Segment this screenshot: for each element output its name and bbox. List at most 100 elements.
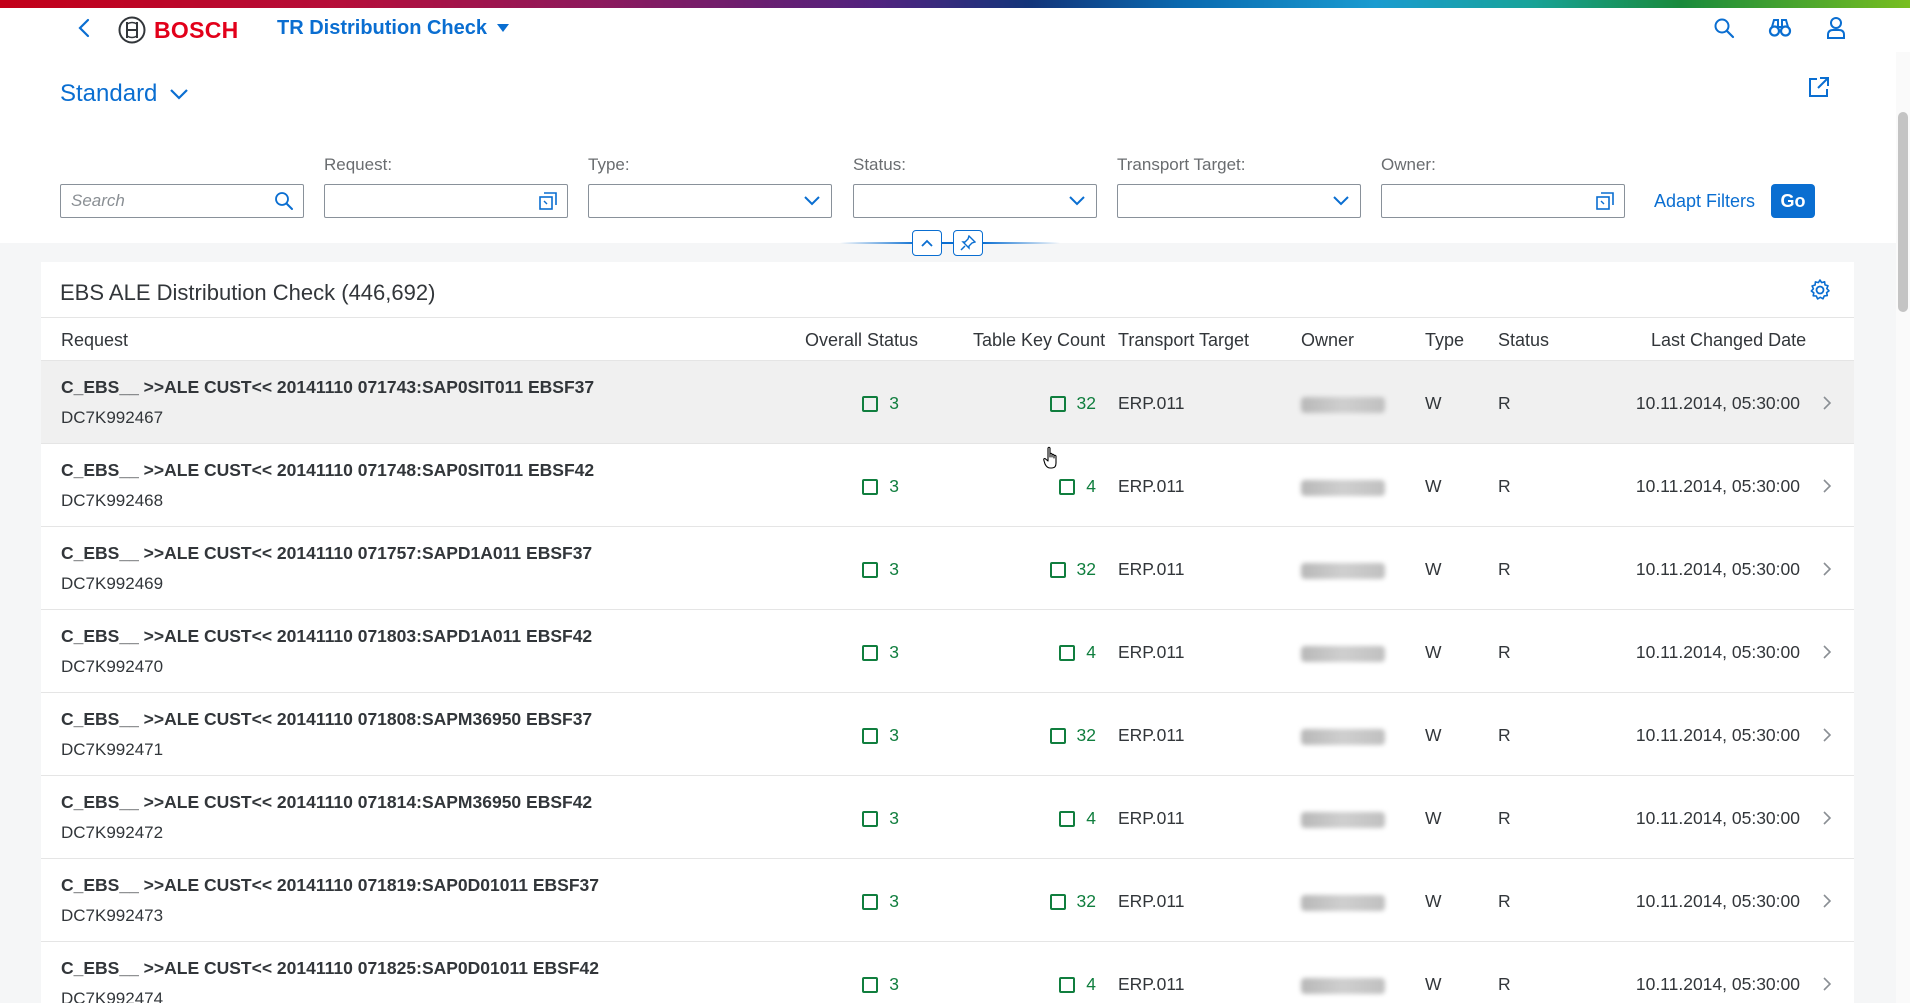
chevron-right-icon: [1823, 894, 1832, 908]
user-icon: [1827, 17, 1845, 39]
transport-target-select[interactable]: [1117, 184, 1361, 218]
overall-status-value: 3: [889, 476, 899, 496]
table-key-count-value: 32: [1076, 891, 1096, 911]
adapt-filters-button[interactable]: Adapt Filters: [1654, 184, 1755, 218]
chevron-right-icon: [1823, 811, 1832, 825]
status-square-icon: [862, 810, 879, 827]
type-cell: W: [1425, 891, 1442, 911]
collapse-header-button[interactable]: [912, 230, 942, 256]
request-input[interactable]: [324, 184, 568, 218]
column-header-owner[interactable]: Owner: [1301, 330, 1354, 351]
overall-status-cell: 3: [862, 642, 899, 663]
owner-redacted: [1301, 646, 1385, 662]
column-header-status[interactable]: Status: [1498, 330, 1549, 351]
owner-filter-label: Owner:: [1381, 155, 1436, 174]
pin-icon: [960, 235, 976, 251]
table-row[interactable]: C_EBS__ >>ALE CUST<< 20141110 071803:SAP…: [41, 610, 1854, 693]
table-key-count-value: 32: [1076, 725, 1096, 745]
bosch-logo[interactable]: BOSCH: [118, 16, 239, 44]
page-scrollbar[interactable]: [1896, 52, 1910, 1003]
request-id: DC7K992468: [61, 491, 164, 510]
request-id: DC7K992467: [61, 408, 164, 427]
back-icon: [78, 18, 90, 38]
type-cell: W: [1425, 642, 1442, 662]
owner-redacted: [1301, 480, 1385, 496]
enterprise-search-button[interactable]: [1766, 14, 1794, 42]
table-header-row: Request Overall Status Table Key Count T…: [41, 317, 1854, 361]
transport-target-filter: Transport Target:: [1117, 152, 1361, 218]
dropdown-arrow-icon[interactable]: [1066, 190, 1088, 212]
transport-target-cell: ERP.011: [1118, 725, 1185, 745]
owner-redacted: [1301, 978, 1385, 994]
variant-management[interactable]: Standard: [60, 80, 189, 108]
status-square-icon: [862, 395, 879, 412]
table-row[interactable]: C_EBS__ >>ALE CUST<< 20141110 071757:SAP…: [41, 527, 1854, 610]
variant-title: Standard: [60, 80, 158, 107]
table-key-count-cell: 32: [1049, 725, 1096, 746]
go-button[interactable]: Go: [1771, 184, 1815, 218]
status-square-icon: [862, 893, 879, 910]
table-row[interactable]: C_EBS__ >>ALE CUST<< 20141110 071825:SAP…: [41, 942, 1854, 1003]
table-row[interactable]: C_EBS__ >>ALE CUST<< 20141110 071743:SAP…: [41, 361, 1854, 444]
status-cell: R: [1498, 974, 1511, 994]
chevron-right-icon: [1823, 479, 1832, 493]
value-help-icon[interactable]: [537, 190, 559, 212]
overall-status-cell: 3: [862, 974, 899, 995]
search-field-icon[interactable]: [273, 190, 295, 212]
type-filter-label: Type:: [588, 155, 630, 174]
table-row[interactable]: C_EBS__ >>ALE CUST<< 20141110 071748:SAP…: [41, 444, 1854, 527]
table-row[interactable]: C_EBS__ >>ALE CUST<< 20141110 071814:SAP…: [41, 776, 1854, 859]
column-header-last-changed-date[interactable]: Last Changed Date: [1651, 330, 1806, 351]
last-changed-cell: 10.11.2014, 05:30:00: [1635, 559, 1800, 579]
request-name: C_EBS__ >>ALE CUST<< 20141110 071825:SAP…: [61, 958, 599, 978]
type-select[interactable]: [588, 184, 832, 218]
owner-filter: Owner:: [1381, 152, 1625, 218]
owner-redacted: [1301, 895, 1385, 911]
dropdown-arrow-icon[interactable]: [801, 190, 823, 212]
table-key-count-cell: 4: [1059, 476, 1096, 497]
column-header-request[interactable]: Request: [61, 330, 128, 351]
status-cell: R: [1498, 891, 1511, 911]
share-button[interactable]: [1806, 74, 1832, 100]
transport-target-cell: ERP.011: [1118, 974, 1185, 994]
type-cell: W: [1425, 974, 1442, 994]
column-header-overall-status[interactable]: Overall Status: [805, 330, 918, 351]
column-header-transport-target[interactable]: Transport Target: [1118, 330, 1249, 351]
last-changed-cell: 10.11.2014, 05:30:00: [1635, 808, 1800, 828]
last-changed-cell: 10.11.2014, 05:30:00: [1635, 642, 1800, 662]
status-square-icon: [1049, 893, 1066, 910]
back-button[interactable]: [72, 16, 96, 40]
brand-name: BOSCH: [154, 16, 239, 43]
status-cell: R: [1498, 393, 1511, 413]
dropdown-arrow-icon[interactable]: [1330, 190, 1352, 212]
owner-input[interactable]: [1381, 184, 1625, 218]
type-cell: W: [1425, 559, 1442, 579]
table-settings-button[interactable]: [1808, 278, 1834, 304]
column-header-type[interactable]: Type: [1425, 330, 1464, 351]
scrollbar-thumb[interactable]: [1898, 112, 1908, 312]
search-button[interactable]: [1710, 14, 1738, 42]
table-row[interactable]: C_EBS__ >>ALE CUST<< 20141110 071808:SAP…: [41, 693, 1854, 776]
table-row[interactable]: C_EBS__ >>ALE CUST<< 20141110 071819:SAP…: [41, 859, 1854, 942]
request-id: DC7K992471: [61, 740, 164, 759]
status-square-icon: [1059, 478, 1076, 495]
value-help-icon[interactable]: [1594, 190, 1616, 212]
column-header-table-key-count[interactable]: Table Key Count: [973, 330, 1105, 351]
status-select[interactable]: [853, 184, 1097, 218]
chevron-right-icon: [1823, 396, 1832, 410]
user-profile-button[interactable]: [1822, 14, 1850, 42]
app-title-menu[interactable]: TR Distribution Check: [277, 16, 510, 40]
overall-status-value: 3: [889, 725, 899, 745]
status-filter: Status:: [853, 152, 1097, 218]
request-name: C_EBS__ >>ALE CUST<< 20141110 071819:SAP…: [61, 875, 599, 895]
status-square-icon: [1059, 644, 1076, 661]
status-square-icon: [862, 644, 879, 661]
pin-header-button[interactable]: [953, 230, 983, 256]
table-key-count-cell: 32: [1049, 559, 1096, 580]
request-id: DC7K992469: [61, 574, 164, 593]
table-key-count-value: 32: [1076, 559, 1096, 579]
search-input[interactable]: Search: [60, 184, 304, 218]
overall-status-value: 3: [889, 393, 899, 413]
transport-target-cell: ERP.011: [1118, 891, 1185, 911]
status-square-icon: [1049, 395, 1066, 412]
